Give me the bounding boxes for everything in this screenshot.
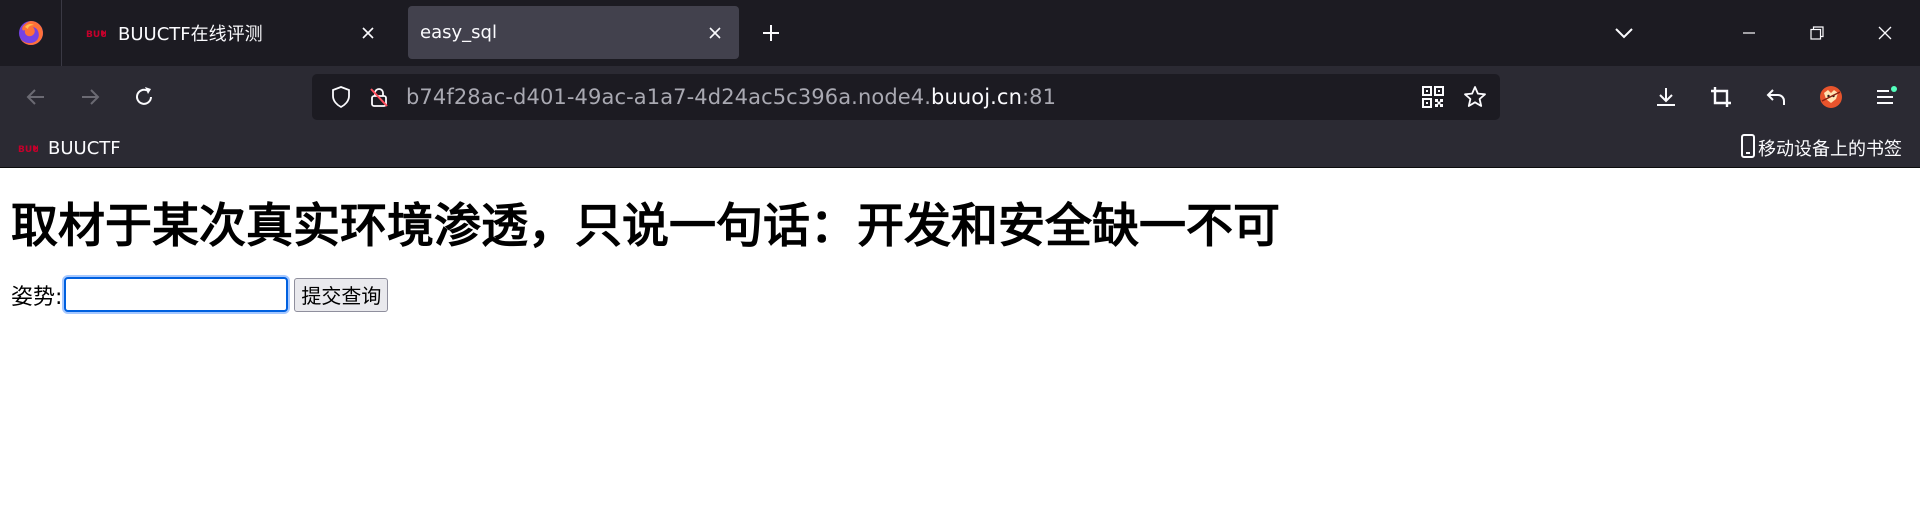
screenshot-crop-icon[interactable] <box>1701 77 1741 117</box>
mobile-device-icon <box>1740 133 1756 163</box>
new-tab-plus-icon[interactable] <box>752 13 790 53</box>
undo-arrow-icon[interactable] <box>1756 77 1796 117</box>
tab-buuctf[interactable]: BUU BUUCTF在线评测 <box>72 6 392 59</box>
close-tab-icon[interactable] <box>695 13 735 53</box>
address-bar[interactable]: b74f28ac-d401-49ac-a1a7-4d24ac5c396a.nod… <box>312 74 1500 120</box>
reload-icon[interactable] <box>124 77 164 117</box>
minimize-window-icon[interactable] <box>1714 0 1784 66</box>
mobile-bookmarks-label: 移动设备上的书签 <box>1758 139 1902 160</box>
tab-title: easy_sql <box>420 22 497 43</box>
bookmark-label: BUUCTF <box>48 137 121 159</box>
bookmark-buuctf[interactable]: BUU BUUCTF <box>18 134 121 162</box>
tab-title: BUUCTF在线评测 <box>118 23 263 45</box>
query-form: 姿势: 提交查询 <box>11 277 389 312</box>
close-window-icon[interactable] <box>1850 0 1920 66</box>
buuctf-favicon-icon: BUU <box>18 141 40 155</box>
bookmark-star-icon[interactable] <box>1458 80 1492 114</box>
tab-easy-sql[interactable]: easy_sql <box>408 6 739 59</box>
restore-window-icon[interactable] <box>1782 0 1852 66</box>
input-label: 姿势: <box>11 284 63 310</box>
mobile-bookmarks[interactable]: 移动设备上的书签 <box>1740 133 1902 163</box>
tab-strip: BUU BUUCTF在线评测 easy_sql <box>0 0 1920 66</box>
downloads-icon[interactable] <box>1646 77 1686 117</box>
bookmarks-toolbar: BUU BUUCTF 移动设备上的书签 <box>0 128 1920 168</box>
app-menu-icon[interactable] <box>1866 77 1906 117</box>
insecure-connection-lock-icon[interactable] <box>362 80 396 114</box>
extension-fox-icon[interactable] <box>1811 77 1851 117</box>
query-input[interactable] <box>64 277 289 312</box>
close-tab-icon[interactable] <box>348 13 388 53</box>
page-heading: 取材于某次真实环境渗透，只说一句话：开发和安全缺一不可 <box>11 199 1280 254</box>
forward-arrow-icon[interactable] <box>70 77 110 117</box>
qr-code-icon[interactable] <box>1416 80 1450 114</box>
tracking-protection-shield-icon[interactable] <box>324 80 358 114</box>
back-arrow-icon[interactable] <box>16 77 56 117</box>
url-prefix: b74f28ac-d401-49ac-a1a7-4d24ac5c396a.nod… <box>406 85 932 109</box>
chevron-down-icon[interactable] <box>1600 13 1648 53</box>
url-domain: buuoj.cn <box>931 85 1022 109</box>
url-port: :81 <box>1021 85 1057 109</box>
page-content: 取材于某次真实环境渗透，只说一句话：开发和安全缺一不可 姿势: 提交查询 <box>0 169 1920 518</box>
buuctf-favicon-icon: BUU <box>86 26 108 40</box>
url-text: b74f28ac-d401-49ac-a1a7-4d24ac5c396a.nod… <box>406 85 1056 109</box>
submit-query-button[interactable]: 提交查询 <box>294 277 389 312</box>
navigation-toolbar: b74f28ac-d401-49ac-a1a7-4d24ac5c396a.nod… <box>0 66 1920 128</box>
firefox-logo-icon[interactable] <box>0 0 62 66</box>
